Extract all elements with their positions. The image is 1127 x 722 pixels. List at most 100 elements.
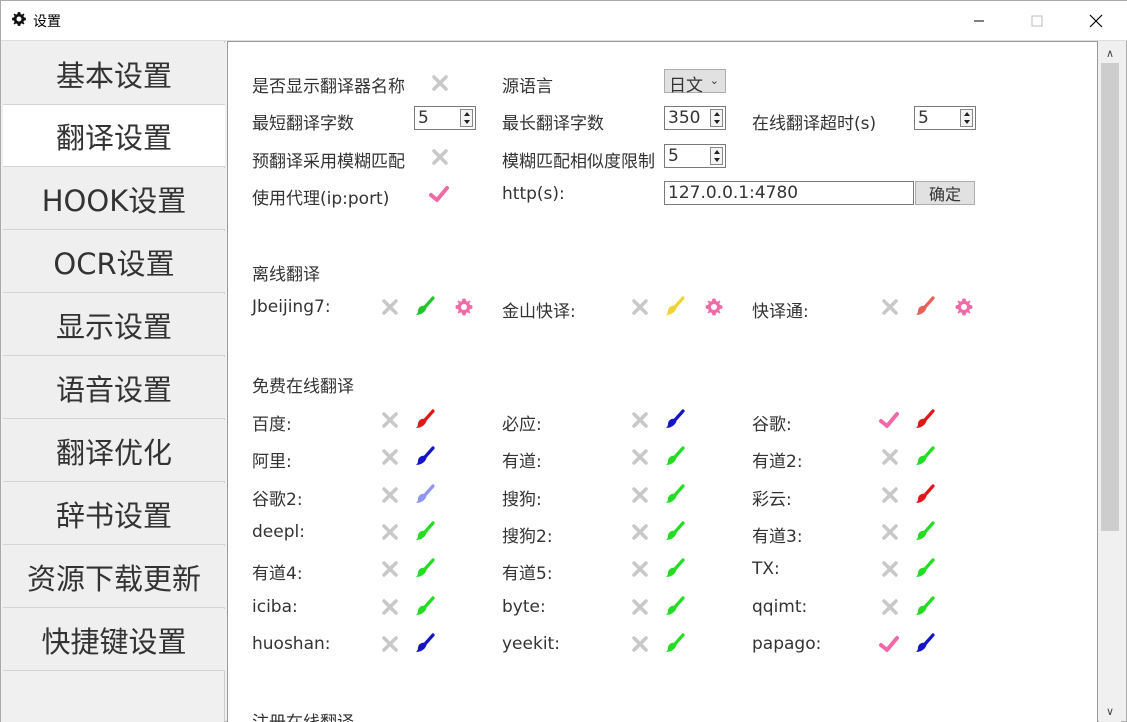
x-icon[interactable] <box>380 634 400 654</box>
sidebar-item-hook[interactable]: HOOK设置 <box>3 168 225 230</box>
sidebar-item-dictionary[interactable]: 辞书设置 <box>3 483 225 545</box>
x-icon[interactable] <box>630 410 650 430</box>
translator-label: 百度: <box>252 415 292 435</box>
brush-icon[interactable] <box>915 296 935 316</box>
x-icon[interactable] <box>630 559 650 579</box>
brush-icon[interactable] <box>665 296 685 316</box>
min-chars-stepper[interactable]: 5 <box>414 106 476 130</box>
maximize-button[interactable] <box>1008 1 1066 41</box>
scroll-thumb[interactable] <box>1101 63 1119 531</box>
brush-icon[interactable] <box>665 521 685 541</box>
confirm-button[interactable]: 确定 <box>915 181 975 205</box>
brush-icon[interactable] <box>915 558 935 578</box>
brush-icon[interactable] <box>915 409 935 429</box>
x-icon[interactable] <box>630 485 650 505</box>
sidebar-item-hotkeys[interactable]: 快捷键设置 <box>3 609 225 671</box>
scroll-up-icon[interactable]: ∧ <box>1099 43 1121 63</box>
brush-icon[interactable] <box>665 483 685 504</box>
x-icon[interactable] <box>630 522 650 542</box>
x-icon[interactable] <box>880 559 900 579</box>
brush-icon[interactable] <box>665 446 685 466</box>
x-icon[interactable] <box>630 597 650 617</box>
x-icon[interactable] <box>630 447 650 467</box>
brush-icon[interactable] <box>665 409 685 429</box>
x-icon[interactable] <box>430 147 450 167</box>
chevron-down-icon: ⌄ <box>709 74 719 87</box>
brush-icon[interactable] <box>415 483 435 504</box>
x-icon[interactable] <box>880 597 900 617</box>
brush-icon[interactable] <box>915 595 935 616</box>
sidebar-item-basic[interactable]: 基本设置 <box>3 43 225 105</box>
check-icon[interactable] <box>429 184 449 204</box>
brush-icon[interactable] <box>915 633 935 653</box>
stepper-arrows[interactable] <box>460 109 473 127</box>
brush-icon[interactable] <box>415 296 435 316</box>
x-icon[interactable] <box>380 447 400 467</box>
gear-icon[interactable] <box>454 297 474 317</box>
http-proxy-input[interactable]: 127.0.0.1:4780 <box>664 181 914 205</box>
gear-icon[interactable] <box>704 297 724 317</box>
brush-icon[interactable] <box>665 558 685 578</box>
scroll-down-icon[interactable]: ∨ <box>1099 701 1121 721</box>
brush-icon[interactable] <box>415 558 435 578</box>
x-icon[interactable] <box>380 522 400 542</box>
check-icon[interactable] <box>879 410 899 430</box>
sidebar-item-display[interactable]: 显示设置 <box>3 294 225 356</box>
stepper-arrows[interactable] <box>960 109 973 127</box>
vertical-scrollbar[interactable]: ∧ ∨ <box>1099 41 1121 722</box>
translator-label: 有道3: <box>752 526 803 547</box>
source-lang-select[interactable]: 日文 ⌄ <box>664 69 726 96</box>
timeout-label: 在线翻译超时(s) <box>752 114 877 134</box>
http-proxy-value: 127.0.0.1:4780 <box>668 183 799 203</box>
x-icon[interactable] <box>380 297 400 317</box>
maximize-icon <box>1031 15 1043 27</box>
sidebar-item-optimize[interactable]: 翻译优化 <box>3 420 225 482</box>
stepper-arrows[interactable] <box>710 109 723 127</box>
translator-label: huoshan: <box>252 633 331 654</box>
x-icon[interactable] <box>380 559 400 579</box>
x-icon[interactable] <box>880 447 900 467</box>
stepper-arrows[interactable] <box>710 147 723 165</box>
gear-icon[interactable] <box>954 297 974 317</box>
brush-icon[interactable] <box>415 595 435 616</box>
x-icon[interactable] <box>380 410 400 430</box>
x-icon[interactable] <box>630 634 650 654</box>
sidebar-item-voice[interactable]: 语音设置 <box>3 357 225 419</box>
sidebar-item-ocr[interactable]: OCR设置 <box>3 231 225 293</box>
x-icon[interactable] <box>380 485 400 505</box>
brush-icon[interactable] <box>915 446 935 466</box>
http-label: http(s): <box>502 184 565 204</box>
minimize-button[interactable] <box>950 1 1008 41</box>
sidebar-item-download[interactable]: 资源下载更新 <box>3 546 225 608</box>
settings-window: 设置 基本设置 翻译设置 HOOK设置 OCR设置 显示设置 语音设置 翻译优化… <box>0 0 1127 722</box>
sidebar-item-translation[interactable]: 翻译设置 <box>3 105 225 167</box>
timeout-stepper[interactable]: 5 <box>914 106 976 130</box>
brush-icon[interactable] <box>915 483 935 504</box>
brush-icon[interactable] <box>415 446 435 466</box>
x-icon[interactable] <box>430 73 450 93</box>
translator-label: 有道2: <box>752 452 803 473</box>
x-icon[interactable] <box>880 297 900 317</box>
check-icon[interactable] <box>879 634 899 654</box>
brush-icon[interactable] <box>665 633 685 653</box>
max-chars-stepper[interactable]: 350 <box>664 106 726 130</box>
brush-icon[interactable] <box>415 409 435 429</box>
x-icon[interactable] <box>880 485 900 505</box>
similarity-stepper[interactable]: 5 <box>664 144 726 168</box>
close-button[interactable] <box>1067 1 1125 41</box>
brush-icon[interactable] <box>915 521 935 541</box>
translator-label: 阿里: <box>252 452 292 473</box>
brush-icon[interactable] <box>415 521 435 541</box>
translator-label: TX: <box>752 559 780 580</box>
translator-label: 搜狗: <box>502 489 542 510</box>
offline-section-title: 离线翻译 <box>252 265 320 285</box>
brush-icon[interactable] <box>665 595 685 616</box>
translator-label: 谷歌: <box>752 415 792 435</box>
proxy-label: 使用代理(ip:port) <box>252 189 390 209</box>
brush-icon[interactable] <box>415 633 435 653</box>
x-icon[interactable] <box>880 522 900 542</box>
x-icon[interactable] <box>380 597 400 617</box>
fuzzy-label: 预翻译采用模糊匹配 <box>252 152 405 172</box>
x-icon[interactable] <box>630 297 650 317</box>
translator-label: 有道: <box>502 452 542 473</box>
